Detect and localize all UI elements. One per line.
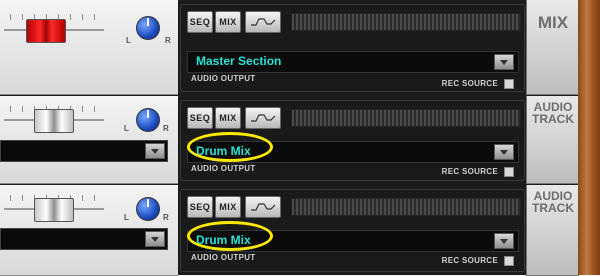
master-output-device: SEQ MIX Master Section AUDIO OUTPUT REC … xyxy=(180,4,525,92)
pan-right-label: R xyxy=(163,213,169,222)
level-meter xyxy=(291,13,521,31)
audio-output-label: AUDIO OUTPUT xyxy=(191,74,256,83)
seq-button[interactable]: SEQ xyxy=(187,196,213,218)
pan-left-label: L xyxy=(124,213,129,222)
audio-output-selector[interactable]: Master Section xyxy=(187,51,519,73)
pan-right-label: R xyxy=(163,124,169,133)
device-type-label: AUDIO TRACK xyxy=(526,185,579,276)
rec-source-label: REC SOURCE xyxy=(441,167,498,176)
red-fader-icon[interactable] xyxy=(26,19,66,43)
device-type-text-line2: TRACK xyxy=(532,201,574,215)
rec-source-checkbox[interactable] xyxy=(504,79,514,89)
audio-track-row: L R SEQ MIX Drum Mix AUDIO OUTPUT REC SO… xyxy=(0,96,579,184)
mix-channel-row: L R SEQ MIX Master Section AUDIO OUTPUT … xyxy=(0,0,579,95)
rec-source-label: REC SOURCE xyxy=(441,256,498,265)
device-type-text-line2: TRACK xyxy=(532,112,574,126)
channel-strip-area: L R xyxy=(0,0,178,95)
chevron-down-icon[interactable] xyxy=(494,144,514,160)
seq-button[interactable]: SEQ xyxy=(187,11,213,33)
chevron-down-icon[interactable] xyxy=(494,233,514,249)
channel-select-dropdown[interactable] xyxy=(0,228,168,250)
device-type-label: MIX xyxy=(526,0,579,95)
level-meter xyxy=(291,198,521,216)
level-meter xyxy=(291,109,521,127)
pan-left-label: L xyxy=(124,124,129,133)
pan-knob[interactable] xyxy=(136,108,160,132)
mix-button[interactable]: MIX xyxy=(215,11,241,33)
device-type-text: MIX xyxy=(537,13,569,32)
device-type-label: AUDIO TRACK xyxy=(526,96,579,184)
pan-left-label: L xyxy=(126,36,131,45)
automation-graph-button[interactable] xyxy=(245,196,281,218)
gray-fader-icon[interactable] xyxy=(34,198,74,222)
automation-graph-button[interactable] xyxy=(245,107,281,129)
channel-strip-area: L R xyxy=(0,96,178,184)
highlight-ring xyxy=(187,132,273,162)
audio-output-label: AUDIO OUTPUT xyxy=(191,253,256,262)
audio-output-label: AUDIO OUTPUT xyxy=(191,164,256,173)
gray-fader-icon[interactable] xyxy=(34,109,74,133)
chevron-down-icon[interactable] xyxy=(494,54,514,70)
pan-knob[interactable] xyxy=(136,16,160,40)
audio-track-row: L R SEQ MIX Drum Mix AUDIO OUTPUT REC SO… xyxy=(0,185,579,276)
rec-source-label: REC SOURCE xyxy=(441,79,498,88)
waveform-icon xyxy=(251,114,276,122)
mix-button[interactable]: MIX xyxy=(215,107,241,129)
channel-strip-area: L R xyxy=(0,185,178,276)
automation-graph-button[interactable] xyxy=(245,11,281,33)
rec-source-checkbox[interactable] xyxy=(504,256,514,266)
chevron-down-icon[interactable] xyxy=(145,143,165,159)
rec-source-checkbox[interactable] xyxy=(504,167,514,177)
mixer-rack: L R SEQ MIX Master Section AUDIO OUTPUT … xyxy=(0,0,600,276)
pan-knob[interactable] xyxy=(136,197,160,221)
pan-right-label: R xyxy=(165,36,171,45)
mix-button[interactable]: MIX xyxy=(215,196,241,218)
wood-side-panel xyxy=(578,0,600,275)
output-name: Master Section xyxy=(196,54,282,68)
seq-button[interactable]: SEQ xyxy=(187,107,213,129)
channel-select-dropdown[interactable] xyxy=(0,140,168,162)
highlight-ring xyxy=(187,221,273,251)
waveform-icon xyxy=(251,18,276,26)
chevron-down-icon[interactable] xyxy=(145,231,165,247)
waveform-icon xyxy=(251,203,276,211)
